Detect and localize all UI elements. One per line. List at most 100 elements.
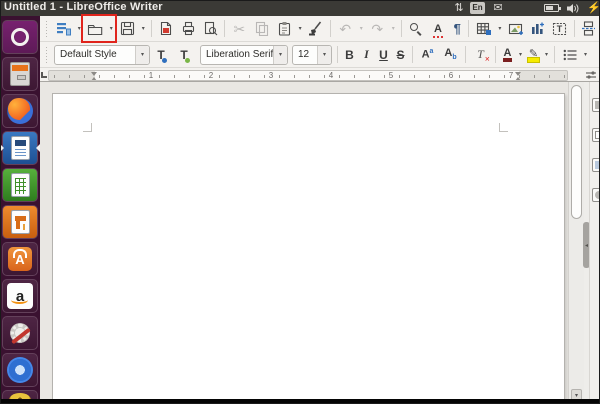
font-name-value: Liberation Serif bbox=[201, 49, 273, 60]
toolbar-separator bbox=[465, 46, 466, 63]
formatting-toolbar: Default Style ▾ T T Liberation Serif ▾ 1… bbox=[40, 42, 600, 68]
bullet-list-button[interactable] bbox=[558, 44, 581, 66]
left-margin-marker[interactable] bbox=[91, 72, 98, 81]
toolbar-grip[interactable] bbox=[44, 47, 49, 63]
font-size-dropdown[interactable]: ▾ bbox=[317, 46, 331, 64]
sidebar-tab-styles[interactable] bbox=[592, 158, 600, 172]
insert-table-dropdown[interactable]: ▾ bbox=[495, 18, 504, 40]
spellcheck-button[interactable]: A bbox=[427, 18, 449, 40]
redo-dropdown[interactable]: ▾ bbox=[389, 18, 398, 40]
launcher-amazon[interactable]: a bbox=[2, 279, 38, 313]
horizontal-ruler[interactable]: 1 2 3 4 5 6 7 bbox=[48, 70, 568, 81]
copy-button[interactable] bbox=[250, 18, 272, 40]
strikethrough-icon: S bbox=[396, 48, 404, 62]
paragraph-style-dropdown[interactable]: ▾ bbox=[135, 46, 149, 64]
keyboard-layout-badge[interactable]: En bbox=[470, 2, 485, 14]
insert-page-break-button[interactable] bbox=[578, 18, 600, 40]
insert-table-button[interactable] bbox=[472, 18, 495, 40]
launcher-libreoffice-writer[interactable] bbox=[2, 131, 38, 165]
font-name-dropdown[interactable]: ▾ bbox=[273, 46, 287, 64]
open-button-group: ▾ bbox=[84, 18, 116, 40]
toolbar-separator bbox=[151, 20, 152, 37]
strikethrough-button[interactable]: S bbox=[392, 44, 409, 66]
document-page[interactable] bbox=[52, 93, 565, 403]
network-arrows-icon[interactable]: ⇅ bbox=[452, 0, 466, 16]
sidebar-tab-properties[interactable] bbox=[592, 98, 600, 112]
subscript-button[interactable]: Ab bbox=[439, 44, 462, 66]
toolbar-separator bbox=[574, 20, 575, 37]
highlight-color-button[interactable]: ✎ bbox=[525, 44, 542, 66]
open-button[interactable] bbox=[84, 18, 107, 40]
bullet-list-dropdown[interactable]: ▾ bbox=[581, 44, 590, 66]
text-boundary-corner-right bbox=[499, 123, 508, 132]
sidebar-tab-page[interactable] bbox=[592, 128, 600, 142]
paragraph-style-combobox[interactable]: Default Style ▾ bbox=[54, 45, 150, 65]
redo-button[interactable]: ↷ bbox=[366, 18, 389, 40]
find-and-replace-button[interactable] bbox=[405, 18, 427, 40]
launcher-libreoffice-calc[interactable] bbox=[2, 168, 38, 202]
ruler-number: 5 bbox=[389, 71, 393, 80]
launcher-firefox[interactable] bbox=[2, 94, 38, 128]
insert-text-box-button[interactable]: T bbox=[549, 18, 571, 40]
toolbar-separator bbox=[330, 20, 331, 37]
export-pdf-button[interactable] bbox=[155, 18, 177, 40]
bold-icon: B bbox=[345, 48, 354, 62]
update-style-button[interactable]: T bbox=[152, 44, 175, 66]
sidebar-settings-icon[interactable] bbox=[585, 70, 597, 80]
launcher-libreoffice-impress[interactable] bbox=[2, 205, 38, 239]
cut-button[interactable]: ✂ bbox=[228, 18, 250, 40]
screenshot-bottom-border bbox=[0, 399, 600, 404]
tab-stop-selector[interactable] bbox=[41, 72, 47, 78]
launcher-chromium[interactable] bbox=[2, 353, 38, 387]
redo-arrow-icon: ↷ bbox=[371, 22, 383, 36]
new-document-dropdown[interactable]: ▾ bbox=[75, 18, 84, 40]
print-preview-button[interactable] bbox=[199, 18, 221, 40]
launcher-system-settings[interactable] bbox=[2, 316, 38, 350]
insert-image-button[interactable] bbox=[504, 18, 526, 40]
new-style-button[interactable]: T bbox=[175, 44, 198, 66]
font-name-combobox[interactable]: Liberation Serif ▾ bbox=[200, 45, 288, 65]
open-dropdown[interactable]: ▾ bbox=[107, 18, 116, 40]
sidebar-tab-gallery[interactable] bbox=[592, 188, 600, 202]
ruler-number: 3 bbox=[269, 71, 273, 80]
formatting-marks-button[interactable]: ¶ bbox=[449, 18, 465, 40]
font-size-combobox[interactable]: 12 ▾ bbox=[292, 45, 332, 65]
insert-chart-button[interactable] bbox=[527, 18, 549, 40]
save-dropdown[interactable]: ▾ bbox=[139, 18, 148, 40]
scissors-icon: ✂ bbox=[233, 22, 245, 36]
print-button[interactable] bbox=[177, 18, 199, 40]
mail-envelope-icon[interactable]: ✉ bbox=[491, 0, 505, 16]
undo-button[interactable]: ↶ bbox=[334, 18, 357, 40]
launcher-files[interactable] bbox=[2, 57, 38, 91]
underline-button[interactable]: U bbox=[375, 44, 392, 66]
volume-icon[interactable] bbox=[565, 0, 581, 16]
clone-formatting-button[interactable] bbox=[305, 18, 327, 40]
battery-icon[interactable] bbox=[544, 4, 559, 12]
italic-button[interactable]: I bbox=[358, 44, 375, 66]
font-color-dropdown[interactable]: ▾ bbox=[516, 44, 525, 66]
superscript-button[interactable]: Aa bbox=[416, 44, 439, 66]
ruler-number: 4 bbox=[329, 71, 333, 80]
save-button[interactable] bbox=[116, 18, 139, 40]
paste-dropdown[interactable]: ▾ bbox=[296, 18, 305, 40]
standard-toolbar: ▾ ▾ ▾ bbox=[40, 16, 600, 42]
launcher-software-center[interactable]: A bbox=[2, 242, 38, 276]
tray-overflow-icon[interactable]: ⚡ bbox=[588, 0, 600, 16]
bold-button[interactable]: B bbox=[341, 44, 358, 66]
launcher-ubuntu-dash[interactable] bbox=[2, 20, 38, 54]
new-document-button[interactable] bbox=[52, 18, 75, 40]
font-size-value: 12 bbox=[293, 49, 317, 60]
right-margin-marker[interactable] bbox=[515, 72, 522, 81]
ruler-number: 6 bbox=[449, 71, 453, 80]
vertical-scrollbar-thumb[interactable] bbox=[571, 85, 582, 219]
system-tray: ⇅ En ✉ ⚡ bbox=[0, 0, 600, 16]
vertical-scrollbar-track[interactable]: ▾ bbox=[568, 82, 584, 403]
clear-formatting-button[interactable]: T bbox=[469, 44, 492, 66]
toolbar-separator bbox=[401, 20, 402, 37]
toolbar-grip[interactable] bbox=[44, 21, 49, 37]
paste-button[interactable] bbox=[273, 18, 296, 40]
font-color-button[interactable]: A bbox=[499, 44, 516, 66]
undo-dropdown[interactable]: ▾ bbox=[357, 18, 366, 40]
chromium-icon bbox=[7, 357, 33, 383]
highlight-color-dropdown[interactable]: ▾ bbox=[542, 44, 551, 66]
